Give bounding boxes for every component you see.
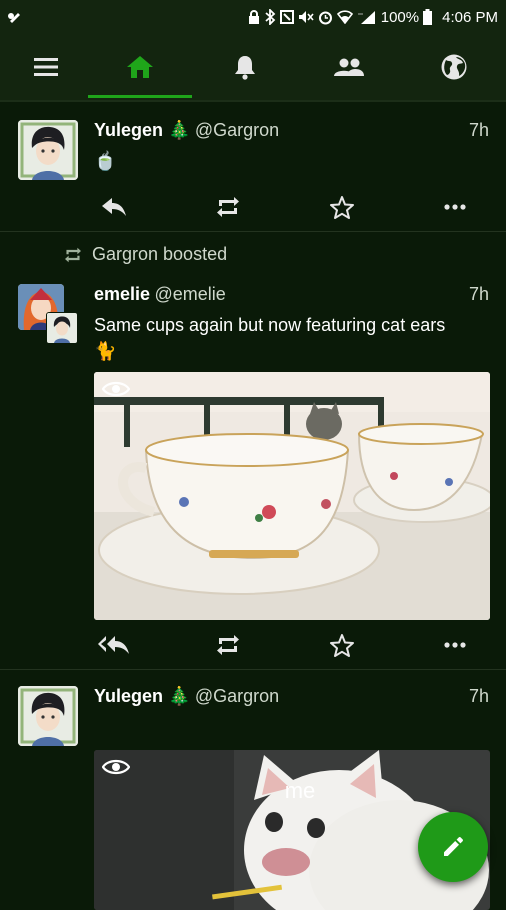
boost-icon — [217, 635, 239, 655]
reply-icon — [102, 198, 126, 216]
alarm-icon — [318, 10, 333, 25]
hamburger-icon — [33, 58, 58, 76]
tab-notifications[interactable] — [192, 34, 297, 100]
reply-all-icon — [98, 636, 129, 654]
media-attachment[interactable] — [94, 372, 490, 620]
reply-all-button[interactable] — [94, 630, 134, 660]
nfc-icon — [279, 10, 294, 24]
tab-bar — [0, 34, 506, 100]
battery-percent: 100% — [380, 8, 420, 26]
signal-icon — [357, 10, 377, 24]
tab-home[interactable] — [87, 34, 193, 100]
more-icon — [444, 642, 466, 648]
display-name[interactable]: Yulegen 🎄 — [94, 686, 190, 706]
status-content-line: Same cups again but now featuring cat ea… — [94, 315, 446, 335]
home-icon — [127, 56, 154, 78]
wifi-icon — [336, 10, 353, 24]
star-icon — [330, 195, 354, 219]
status-actions — [94, 192, 474, 222]
clock: 4:06 PM — [442, 8, 498, 26]
boosted-by[interactable]: Gargron boosted — [64, 244, 227, 265]
timestamp[interactable]: 7h — [469, 686, 489, 707]
cloud-sync-icon — [6, 10, 24, 24]
more-button[interactable] — [435, 192, 475, 222]
reply-button[interactable] — [94, 192, 134, 222]
status-content-line: 🐈 — [94, 341, 117, 361]
status-bar: 100% 4:06 PM — [0, 0, 506, 34]
more-button[interactable] — [435, 630, 475, 660]
people-icon — [334, 58, 365, 76]
battery-icon — [423, 9, 433, 25]
pencil-icon — [444, 837, 463, 856]
status-item[interactable]: Gargron boosted emelie @emelie 7h Same c… — [0, 232, 506, 670]
eye-icon[interactable] — [101, 380, 131, 403]
favourite-button[interactable] — [322, 630, 362, 660]
display-name[interactable]: emelie — [94, 284, 150, 304]
mute-icon — [298, 10, 314, 24]
status-content: Same cups again but now featuring cat ea… — [94, 312, 490, 364]
globe-icon — [441, 54, 467, 80]
avatar[interactable] — [18, 120, 78, 180]
display-name[interactable]: Yulegen 🎄 — [94, 120, 190, 140]
tab-federated[interactable] — [401, 34, 506, 100]
status-actions — [94, 630, 474, 660]
boost-icon — [217, 197, 239, 217]
account-handle[interactable]: @Gargron — [195, 686, 279, 706]
timestamp[interactable]: 7h — [469, 120, 489, 141]
compose-button[interactable] — [418, 812, 488, 882]
boost-button[interactable] — [208, 630, 248, 660]
tab-local[interactable] — [297, 34, 402, 100]
lock-icon — [248, 9, 260, 25]
menu-button[interactable] — [4, 34, 88, 100]
timestamp[interactable]: 7h — [469, 284, 489, 305]
account-handle[interactable]: @emelie — [155, 284, 226, 304]
bluetooth-icon — [264, 9, 276, 25]
eye-icon[interactable] — [101, 758, 131, 781]
boost-button[interactable] — [208, 192, 248, 222]
favourite-button[interactable] — [322, 192, 362, 222]
home-timeline: Yulegen 🎄 @Gargron 7h 🍵 Gargron boosted — [0, 102, 506, 910]
status-content: 🍵 — [94, 151, 117, 171]
boosted-by-text: Gargron boosted — [92, 244, 228, 264]
more-icon — [444, 204, 466, 210]
media-caption: me — [285, 778, 316, 803]
account-handle[interactable]: @Gargron — [195, 120, 279, 140]
star-icon — [330, 633, 354, 657]
bell-icon — [234, 56, 255, 80]
boost-small-icon — [65, 247, 81, 262]
booster-avatar[interactable] — [46, 312, 78, 344]
avatar[interactable] — [18, 686, 78, 746]
status-item[interactable]: Yulegen 🎄 @Gargron 7h 🍵 — [0, 102, 506, 232]
